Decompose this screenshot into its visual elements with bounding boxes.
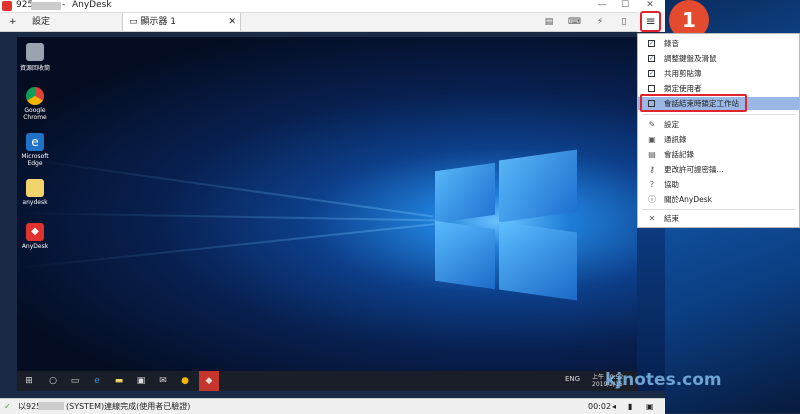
recycle-bin-icon [26, 43, 44, 61]
menu-item-settings[interactable]: ✎ 設定 [638, 118, 799, 131]
search-icon[interactable]: ○ [47, 375, 59, 387]
app-title: AnyDesk [72, 0, 112, 10]
menu-item-address-book[interactable]: ▣ 通訊錄 [638, 133, 799, 146]
menu-divider [642, 114, 795, 115]
light-ray [17, 223, 435, 269]
tab-close-icon[interactable]: ✕ [228, 13, 236, 31]
title-separator: - [62, 0, 66, 10]
file-icon [26, 179, 44, 197]
remote-desktop-view[interactable]: 資源回收筒 Google Chrome e Microsoft Edge any… [17, 37, 637, 391]
menu-item-keyboard-mouse[interactable]: ✓ 調整鍵盤及滑鼠 [638, 52, 799, 65]
logo-pane [499, 221, 577, 301]
tab-bar: + 設定 ▭ 顯示器 1 ✕ ▤ ⌨ ⚡ ▯ [0, 13, 637, 32]
session-timer: 00:02 [588, 402, 612, 411]
file-explorer-icon[interactable]: ▬ [113, 375, 125, 387]
new-tab-button[interactable]: + [3, 13, 23, 31]
keyboard-icon[interactable]: ⌨ [568, 16, 581, 28]
close-window-icon[interactable]: ✕ [643, 0, 657, 10]
maximize-icon[interactable]: ☐ [618, 0, 632, 10]
menu-item-change-license[interactable]: ⚷ 更改許可證密鑰... [638, 163, 799, 176]
help-icon: ? [649, 180, 655, 189]
tab-display-1[interactable]: ▭ 顯示器 1 ✕ [122, 13, 241, 31]
menu-item-session-log[interactable]: ▤ 會話記錄 [638, 148, 799, 161]
desktop-icon-edge[interactable]: e Microsoft Edge [17, 133, 53, 167]
checkbox-checked-icon[interactable]: ✓ [648, 70, 655, 77]
watermark: kjnotes.com [605, 370, 722, 390]
light-ray [17, 212, 437, 222]
title-bar: 925 - AnyDesk — ☐ ✕ [0, 0, 665, 13]
desktop-icon-label: 資源回收筒 [19, 65, 50, 72]
task-view-icon[interactable]: ▭ [69, 375, 81, 387]
store-icon[interactable]: ▣ [135, 375, 147, 387]
anydesk-logo-icon [2, 1, 12, 11]
action-icon[interactable]: ⚡ [594, 16, 606, 28]
highlight-annotation-box [640, 94, 747, 112]
address-book-icon: ▣ [648, 135, 656, 144]
display-mode-icon[interactable]: ▯ [618, 16, 630, 28]
tab-settings[interactable]: 設定 [26, 13, 56, 31]
menu-item-record-audio[interactable]: ✓ 錄音 [638, 37, 799, 50]
logo-pane [435, 220, 495, 290]
checkbox-checked-icon[interactable]: ✓ [648, 40, 655, 47]
desktop-icon-recycle-bin[interactable]: 資源回收筒 [17, 43, 53, 72]
main-menu-dropdown: ✓ 錄音 ✓ 調整鍵盤及滑鼠 ✓ 共用剪貼簿 鎖定使用者 會話結束時鎖定工作站 … [637, 33, 800, 228]
status-bar: ✓ 以925 (SYSTEM)連線完成(使用者已驗證) 00:02 ◂ ▮ ▣ [0, 398, 665, 414]
desktop-icon-label: AnyDesk [21, 243, 49, 250]
input-language[interactable]: ENG [565, 375, 580, 383]
chrome-taskbar-icon[interactable]: ● [179, 375, 191, 387]
logo-pane [499, 149, 577, 223]
connected-check-icon: ✓ [4, 402, 11, 411]
key-icon: ⚷ [649, 165, 655, 174]
chat-icon[interactable]: ▤ [543, 16, 555, 28]
anydesk-taskbar-icon[interactable]: ◆ [199, 371, 219, 391]
checkbox-unchecked-icon[interactable] [648, 85, 655, 92]
close-icon: ✕ [648, 214, 656, 223]
desktop-icon-label: Microsoft Edge [21, 153, 49, 167]
menu-item-share-clipboard[interactable]: ✓ 共用剪貼簿 [638, 67, 799, 80]
tab-display-label: 顯示器 1 [140, 17, 176, 27]
recording-icon[interactable]: ▣ [646, 399, 654, 414]
mic-icon[interactable]: ▮ [628, 399, 632, 414]
remote-desktop-edge [637, 228, 665, 391]
minimize-icon[interactable]: — [595, 0, 609, 10]
mail-icon[interactable]: ✉ [157, 375, 169, 387]
speaker-icon[interactable]: ◂ [612, 399, 616, 414]
desktop-icon-label: anydesk [22, 199, 48, 206]
logo-pane [435, 162, 495, 224]
remote-taskbar: ⊞ ○ ▭ e ▬ ▣ ✉ ● ◆ ENG 上午 10:52 2019/2/15 [17, 371, 637, 391]
start-icon[interactable]: ⊞ [23, 375, 35, 387]
edge-icon: e [26, 133, 44, 151]
menu-item-about[interactable]: ⓘ 關於AnyDesk [638, 193, 799, 206]
desktop-icon-label: Google Chrome [23, 107, 47, 121]
desktop-icon-chrome[interactable]: Google Chrome [17, 87, 53, 121]
light-ray [17, 157, 434, 218]
desktop-icon-anydesk-folder[interactable]: anydesk [17, 179, 53, 206]
menu-divider [642, 209, 795, 210]
desktop-icon-anydesk[interactable]: ◆ AnyDesk [17, 223, 53, 250]
chrome-icon [26, 87, 44, 105]
menu-item-exit[interactable]: ✕ 結束 [638, 212, 799, 225]
checkbox-checked-icon[interactable]: ✓ [648, 55, 655, 62]
monitor-icon: ▭ [129, 17, 141, 27]
wrench-icon: ✎ [648, 120, 656, 129]
info-icon: ⓘ [648, 195, 656, 204]
masked-id [38, 402, 64, 410]
menu-item-help[interactable]: ? 協助 [638, 178, 799, 191]
session-log-icon: ▤ [648, 150, 656, 159]
masked-id [31, 2, 61, 10]
anydesk-icon: ◆ [26, 223, 44, 241]
main-menu-button[interactable]: ≡ [640, 11, 661, 32]
edge-taskbar-icon[interactable]: e [91, 375, 103, 387]
status-text: (SYSTEM)連線完成(使用者已驗證) [66, 402, 191, 411]
